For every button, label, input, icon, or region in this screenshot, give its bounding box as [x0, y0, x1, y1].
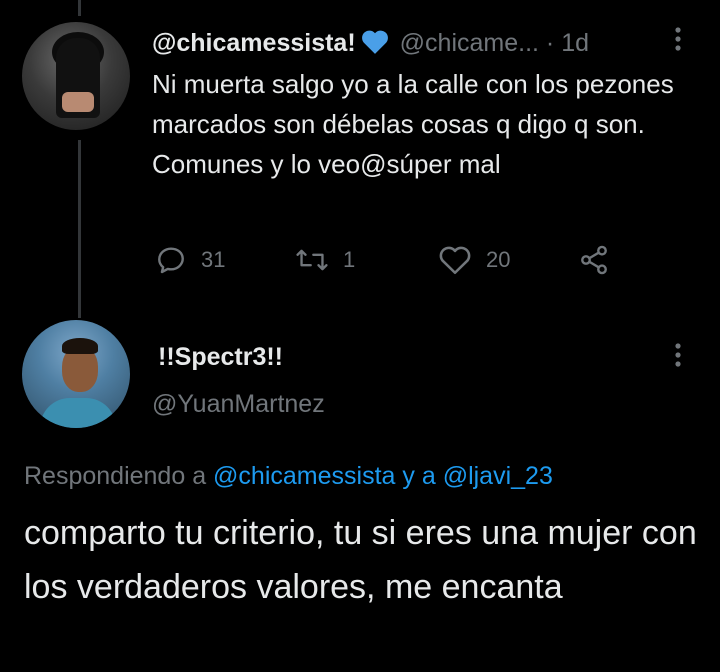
mention-link[interactable]: @chicamessista [213, 462, 395, 490]
retweet-icon [295, 244, 329, 276]
avatar-hair [62, 338, 98, 354]
like-count: 20 [486, 247, 511, 272]
user-handle[interactable]: @YuanMartnez [152, 388, 325, 420]
share-button[interactable] [577, 242, 611, 278]
like-button[interactable]: 20 [438, 242, 510, 278]
retweet-button[interactable]: 1 [295, 242, 355, 278]
user-handle[interactable]: @chicame... [400, 29, 539, 57]
share-icon [577, 244, 611, 276]
separator-dot: · [545, 29, 555, 57]
avatar-shirt [40, 398, 116, 428]
thread-connector-line [78, 140, 81, 318]
tweet-text: Ni muerta salgo yo a la calle con los pe… [152, 69, 674, 179]
thread-connector-top [78, 0, 81, 16]
avatar-skin [62, 92, 94, 112]
display-name[interactable]: @chicamessista! [152, 29, 356, 57]
tweet-header: @chicamessista! @chicame... · 1d [152, 26, 708, 60]
reply-count: 31 [201, 247, 226, 272]
retweet-count: 1 [343, 247, 356, 272]
timestamp[interactable]: 1d [561, 29, 589, 57]
reply-button[interactable]: 31 [155, 242, 225, 278]
reply-icon [155, 244, 187, 276]
replying-prefix: Respondiendo a [24, 462, 207, 490]
more-icon[interactable] [673, 342, 683, 372]
blue-heart-icon [360, 29, 390, 64]
replying-to: Respondiendo a @chicamessista y a @ljavi… [24, 459, 553, 493]
more-icon[interactable] [673, 26, 683, 56]
reply-text: comparto tu criterio, tu si eres una muj… [24, 514, 697, 606]
avatar[interactable] [22, 320, 130, 428]
mention-link[interactable]: @ljavi_23 [443, 462, 553, 490]
avatar[interactable] [22, 22, 130, 130]
display-name[interactable]: !!Spectr3!! [158, 341, 283, 373]
like-icon [438, 244, 472, 276]
replying-and[interactable]: y a [402, 462, 435, 490]
tweet-actions: 31 1 20 [155, 242, 635, 278]
